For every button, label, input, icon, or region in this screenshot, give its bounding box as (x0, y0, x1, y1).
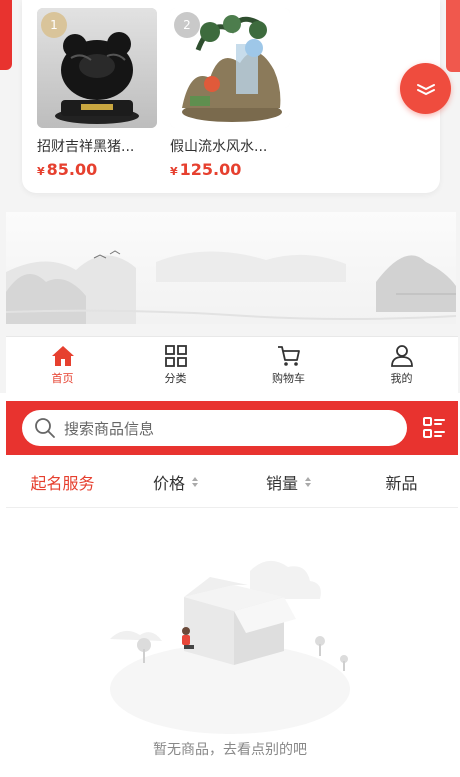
grid-icon (164, 345, 187, 367)
product-name[interactable]: 假山流水风水... (170, 136, 288, 156)
home-screen: 1 招财吉祥黑猪... ¥85.00 2 假山流水风水... ¥ 125.00 … (0, 0, 460, 393)
user-icon (390, 345, 413, 367)
product-card-2[interactable]: 2 假山流水风水... ¥125.00 (170, 8, 290, 179)
search-screen: 搜索商品信息 起名服务 价格 销量 新品 暂无商品，去看点别的吧 (0, 401, 460, 777)
empty-box-icon (110, 560, 350, 734)
product-name[interactable]: 招财吉祥黑猪... (37, 136, 155, 156)
tab-label: 分类 (164, 372, 187, 385)
sort-naming-service[interactable]: 起名服务 (6, 457, 119, 507)
mountain-painting-image (5, 250, 457, 324)
bottom-tabbar: 首页 分类 购物车 我的 (6, 336, 458, 393)
cart-icon (277, 346, 300, 366)
screen-divider (0, 393, 460, 401)
currency-symbol: ¥ (170, 165, 178, 178)
sort-sales[interactable]: 销量 (232, 457, 345, 507)
tab-cart[interactable]: 购物车 (232, 337, 345, 393)
header-red-accent-right (446, 0, 460, 72)
ranking-card: 1 招财吉祥黑猪... ¥85.00 2 假山流水风水... ¥ 125.00 (22, 0, 440, 193)
sort-label: 销量 (265, 474, 298, 493)
search-placeholder: 搜索商品信息 (64, 419, 155, 438)
tab-category[interactable]: 分类 (119, 337, 232, 393)
layout-toggle-button[interactable] (420, 414, 448, 442)
product-thumbnail[interactable]: 1 (37, 8, 157, 128)
sort-bar: 起名服务 价格 销量 新品 (6, 457, 458, 508)
sort-new[interactable]: 新品 (345, 457, 458, 507)
search-icon (35, 418, 55, 438)
sort-arrows-icon (192, 477, 198, 487)
tab-label: 我的 (390, 372, 413, 385)
currency-symbol: ¥ (37, 165, 45, 178)
home-icon (51, 346, 74, 366)
product-price: ¥125.00 (170, 160, 290, 179)
search-input[interactable]: 搜索商品信息 (22, 410, 407, 446)
tab-label: 首页 (51, 372, 74, 385)
sort-label: 新品 (385, 474, 418, 493)
tab-home[interactable]: 首页 (6, 337, 119, 393)
search-header: 搜索商品信息 (6, 401, 458, 455)
ink-landscape-banner (5, 212, 457, 324)
rank-badge: 2 (174, 12, 200, 38)
product-price: ¥85.00 (37, 160, 157, 179)
product-card-1[interactable]: 1 招财吉祥黑猪... ¥85.00 (37, 8, 157, 179)
sort-price[interactable]: 价格 (119, 457, 232, 507)
header-red-accent-left (0, 0, 12, 70)
rank-badge: 1 (41, 12, 67, 38)
tab-label: 购物车 (272, 372, 305, 385)
collapse-float-button[interactable] (400, 63, 451, 114)
empty-state-illustration (100, 549, 365, 739)
list-view-icon (423, 417, 445, 438)
chevron-double-down-icon (416, 83, 435, 95)
sort-label: 价格 (152, 474, 185, 493)
product-thumbnail[interactable]: 2 (170, 8, 290, 128)
cropped-red-text (60, 770, 400, 777)
sort-arrows-icon (305, 477, 311, 487)
empty-state-message: 暂无商品，去看点别的吧 (153, 742, 307, 758)
price-value: 125.00 (179, 160, 242, 179)
price-value: 85.00 (46, 160, 98, 179)
sort-label: 起名服务 (30, 474, 95, 493)
tab-profile[interactable]: 我的 (345, 337, 458, 393)
